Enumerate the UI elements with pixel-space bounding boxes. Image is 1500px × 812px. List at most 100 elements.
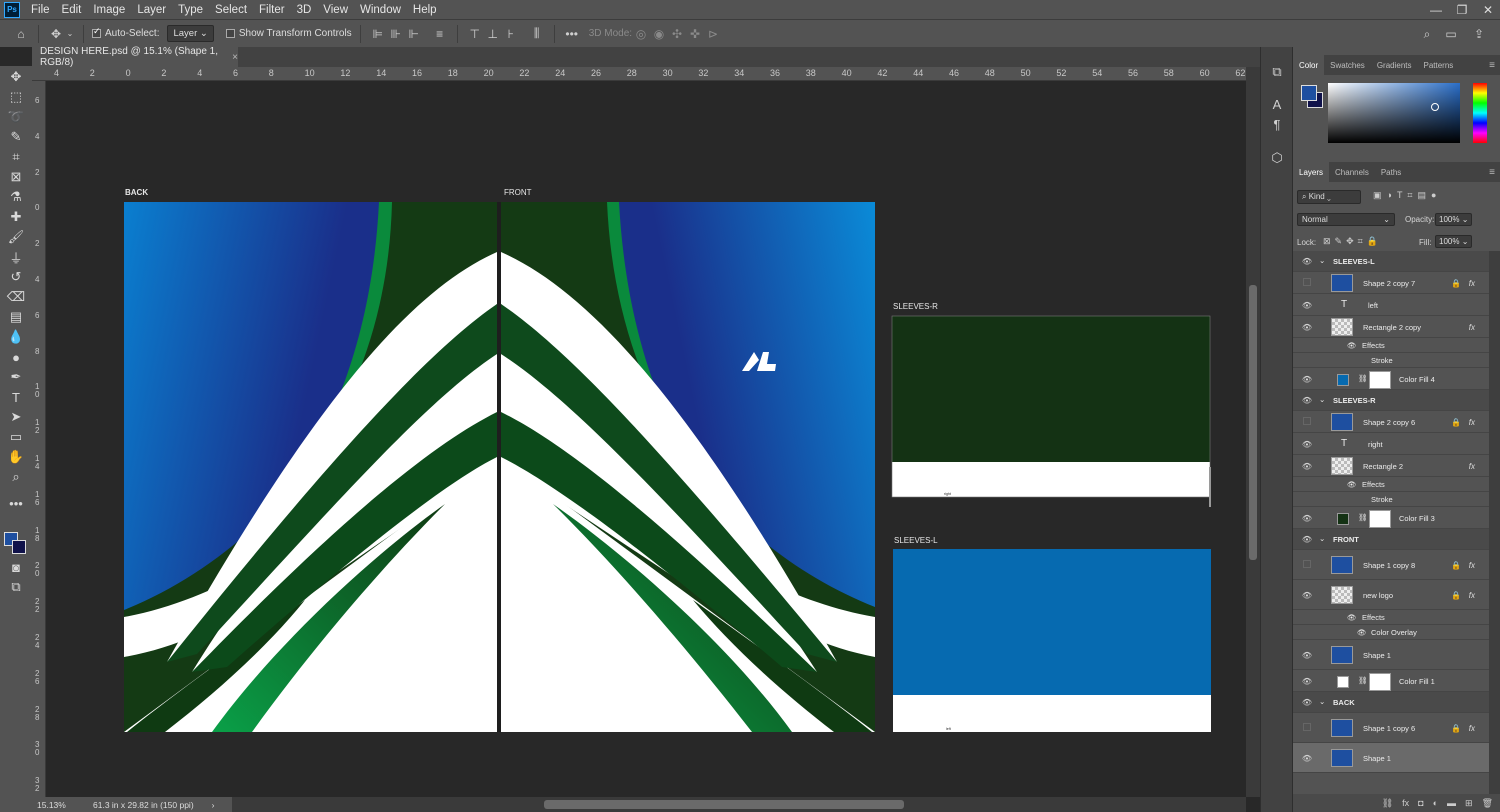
show-transform-checkbox[interactable]: Show Transform Controls <box>225 28 352 39</box>
path-select-tool-icon[interactable]: ➤ <box>4 408 28 426</box>
layer-name[interactable]: FRONT <box>1333 535 1359 544</box>
layer-thumbnail[interactable] <box>1331 749 1353 767</box>
visibility-eye-icon[interactable]: 👁 <box>1301 590 1313 600</box>
group-chevron-icon[interactable]: ⌄ <box>1319 395 1325 404</box>
visibility-eye-icon[interactable]: 👁 <box>1301 676 1313 686</box>
layer-name[interactable]: Effects <box>1362 480 1385 489</box>
edit-toolbar-icon[interactable]: ••• <box>4 494 28 512</box>
layer-row[interactable]: 👁 Effects <box>1293 477 1489 492</box>
fill-swatch-thumbnail[interactable] <box>1337 374 1349 386</box>
eraser-tool-icon[interactable]: ⌫ <box>4 288 28 306</box>
layer-row[interactable]: 👁 Color Overlay <box>1293 625 1489 640</box>
layer-row[interactable]: 👁 ⛓ Color Fill 1 <box>1293 670 1489 692</box>
color-field[interactable] <box>1328 83 1460 143</box>
layer-row[interactable]: 👁 ⛓ Color Fill 4 <box>1293 368 1489 390</box>
new-group-icon[interactable]: ▬ <box>1447 798 1456 808</box>
layer-row[interactable]: Stroke <box>1293 492 1489 507</box>
distribute-icon[interactable]: ≡ <box>431 25 449 43</box>
mask-link-icon[interactable]: ⛓ <box>1358 374 1368 383</box>
layer-thumbnail[interactable] <box>1331 318 1353 336</box>
marquee-tool-icon[interactable]: ⬚ <box>4 88 28 106</box>
brush-tool-icon[interactable]: 🖌 <box>4 228 28 246</box>
visibility-eye-icon[interactable]: 👁 <box>1301 396 1313 406</box>
menu-type[interactable]: Type <box>172 4 209 16</box>
zoom-tool-icon[interactable]: ⌕ <box>4 468 28 486</box>
layer-name[interactable]: Effects <box>1362 341 1385 350</box>
zoom-level[interactable]: 15.13% <box>37 800 85 810</box>
layer-name[interactable]: right <box>1368 440 1383 449</box>
type-tool-icon[interactable]: T <box>4 388 28 406</box>
tab-channels[interactable]: Channels <box>1329 162 1375 182</box>
screen-mode-icon[interactable]: ⧉ <box>4 578 28 596</box>
layers-panel-menu-icon[interactable]: ≡ <box>1489 167 1495 178</box>
layer-name[interactable]: Color Fill 3 <box>1399 514 1435 523</box>
layer-name[interactable]: Stroke <box>1371 495 1393 504</box>
opacity-field[interactable]: 100% ⌄ <box>1435 213 1473 226</box>
history-brush-icon[interactable]: ↺ <box>4 268 28 286</box>
character-panel-icon[interactable]: A <box>1267 95 1287 113</box>
visibility-eye-icon[interactable]: 👁 <box>1301 374 1313 384</box>
visibility-eye-icon[interactable]: 👁 <box>1301 461 1313 471</box>
layer-name[interactable]: Stroke <box>1371 356 1393 365</box>
visibility-eye-icon[interactable]: 👁 <box>1301 439 1313 449</box>
move-tool-icon[interactable]: ✥ <box>4 68 28 86</box>
layer-thumbnail[interactable] <box>1331 646 1353 664</box>
move-tool-icon[interactable]: ✥ <box>47 25 65 43</box>
layer-row[interactable]: 👁 ⌄ SLEEVES-L <box>1293 251 1489 272</box>
rectangle-tool-icon[interactable]: ▭ <box>4 428 28 446</box>
blur-tool-icon[interactable]: 💧 <box>4 328 28 346</box>
tab-color[interactable]: Color <box>1293 55 1325 75</box>
close-tab-icon[interactable]: × <box>232 52 238 63</box>
tab-layers[interactable]: Layers <box>1293 162 1330 182</box>
add-mask-icon[interactable]: ◘ <box>1418 798 1423 808</box>
layer-name[interactable]: SLEEVES-L <box>1333 257 1375 266</box>
more-options-icon[interactable]: ••• <box>563 25 581 43</box>
layer-name[interactable]: Color Overlay <box>1371 628 1417 637</box>
layer-row[interactable]: 👁 ⛓ Color Fill 3 <box>1293 507 1489 529</box>
background-color-swatch[interactable] <box>12 540 26 554</box>
visibility-eye-icon[interactable]: 👁 <box>1301 257 1313 267</box>
visibility-eye-icon[interactable]: 👁 <box>1301 698 1313 708</box>
restore-icon[interactable]: ❐ <box>1450 0 1474 19</box>
effects-eye-icon[interactable]: 👁 <box>1347 480 1357 489</box>
layer-name[interactable]: Rectangle 2 <box>1363 462 1403 471</box>
layer-row[interactable]: Shape 2 copy 6 🔒 fx <box>1293 411 1489 433</box>
layer-filter-icons[interactable]: ▣◑T⌗▤● <box>1373 190 1441 201</box>
group-chevron-icon[interactable]: ⌄ <box>1319 534 1325 543</box>
workspace-icon[interactable]: ▭ <box>1442 25 1460 43</box>
home-icon[interactable]: ⌂ <box>12 25 30 43</box>
mask-link-icon[interactable]: ⛓ <box>1358 513 1368 522</box>
healing-tool-icon[interactable]: ✚ <box>4 208 28 226</box>
layer-thumbnail[interactable] <box>1331 586 1353 604</box>
auto-select-checkbox[interactable]: Auto-Select: <box>92 26 159 39</box>
layer-row[interactable]: 👁 new logo 🔒 fx <box>1293 580 1489 610</box>
layer-name[interactable]: Color Fill 4 <box>1399 375 1435 384</box>
new-layer-icon[interactable]: ⊞ <box>1465 798 1473 809</box>
align-left-icon[interactable]: ⊫ <box>369 25 387 43</box>
dodge-tool-icon[interactable]: ● <box>4 348 28 366</box>
menu-layer[interactable]: Layer <box>131 4 172 16</box>
close-window-icon[interactable]: ✕ <box>1476 0 1500 19</box>
fx-icon[interactable]: fx <box>1469 323 1475 332</box>
hand-tool-icon[interactable]: ✋ <box>4 448 28 466</box>
effect-eye-icon[interactable]: 👁 <box>1357 628 1367 637</box>
layer-mask-thumbnail[interactable] <box>1369 371 1391 389</box>
minimize-icon[interactable]: — <box>1424 0 1448 19</box>
quick-mask-icon[interactable]: ◙ <box>4 558 28 576</box>
layer-name[interactable]: Shape 2 copy 6 <box>1363 418 1415 427</box>
visibility-eye-icon[interactable] <box>1303 417 1311 425</box>
tab-gradients[interactable]: Gradients <box>1371 55 1418 75</box>
tab-swatches[interactable]: Swatches <box>1324 55 1371 75</box>
visibility-eye-icon[interactable]: 👁 <box>1301 535 1313 545</box>
horizontal-scroll-thumb[interactable] <box>544 800 904 809</box>
layer-name[interactable]: SLEEVES-R <box>1333 396 1376 405</box>
gradient-tool-icon[interactable]: ▤ <box>4 308 28 326</box>
layer-row[interactable]: Stroke <box>1293 353 1489 368</box>
color-fg-swatch[interactable] <box>1301 85 1317 101</box>
distribute-vertical-icon[interactable]: ⫼ <box>528 25 546 43</box>
layer-thumbnail[interactable] <box>1331 556 1353 574</box>
frame-tool-icon[interactable]: ⊠ <box>4 168 28 186</box>
menu-help[interactable]: Help <box>407 4 443 16</box>
visibility-eye-icon[interactable]: 👁 <box>1301 753 1313 763</box>
align-middle-icon[interactable]: ⊥ <box>484 25 502 43</box>
